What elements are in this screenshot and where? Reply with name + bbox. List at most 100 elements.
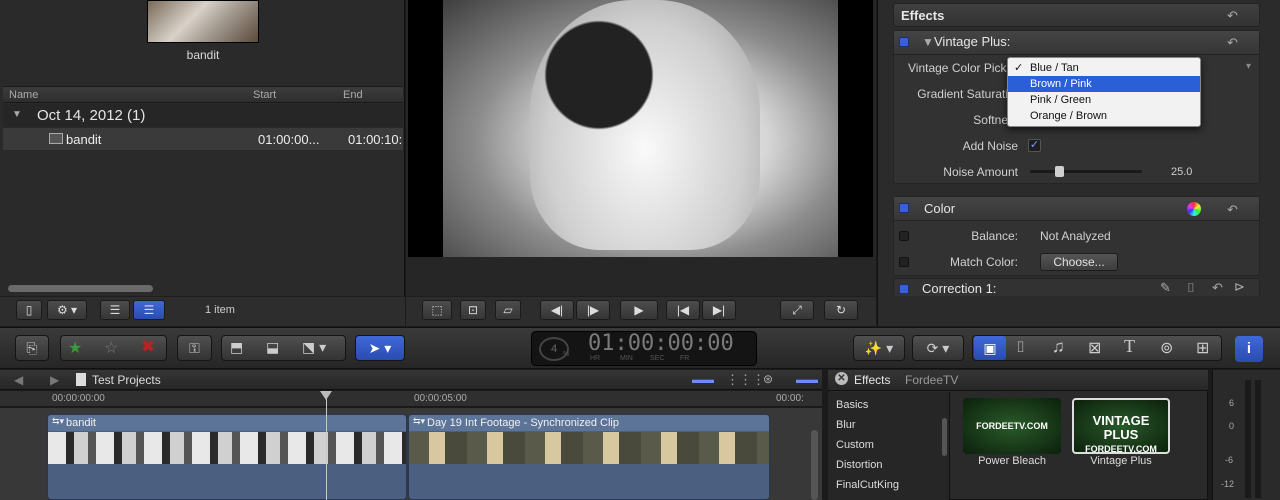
themes-icon[interactable]: ⊞	[1196, 338, 1209, 358]
crop-icon[interactable]: ⊡	[460, 300, 486, 320]
list-view-active-icon[interactable]: ☰	[133, 300, 165, 320]
color-enable-checkbox[interactable]	[899, 203, 909, 213]
keyword-icon[interactable]: ⚿	[177, 335, 212, 361]
reset-color-icon[interactable]: ↶	[1227, 202, 1238, 218]
filmstrip-toggle-icon[interactable]: ▯	[16, 300, 42, 320]
info-inspector-icon[interactable]: i	[1235, 336, 1263, 362]
playhead-handle[interactable]	[320, 391, 332, 400]
loop-icon[interactable]: ↻	[824, 300, 858, 320]
ruler-tick-2: 00:00:	[776, 393, 804, 404]
category-custom[interactable]: Custom	[836, 439, 874, 451]
tc-unit-min: MIN	[620, 355, 633, 362]
reset-vintage-icon[interactable]: ↶	[1227, 35, 1238, 51]
connect-clip-icon[interactable]: ⬒	[230, 339, 243, 356]
color-board-icon[interactable]	[1187, 202, 1201, 216]
clip-menu-icon-2[interactable]: ⇆▾	[413, 416, 425, 427]
timecode-percent: %	[563, 351, 570, 358]
distort-icon[interactable]: ▱	[495, 300, 521, 320]
meter-tick-0: 0	[1229, 421, 1235, 431]
vintage-disclosure-icon[interactable]: ▼	[922, 35, 934, 49]
favorite-star-icon[interactable]: ★	[68, 338, 82, 358]
effects-browser-icon[interactable]: ▣	[974, 336, 1006, 360]
clip-thumbnail[interactable]	[147, 0, 259, 43]
timeline-project-title: Test Projects	[92, 373, 161, 387]
go-to-start-icon[interactable]: |◀	[666, 300, 700, 320]
vintage-enable-checkbox[interactable]	[899, 37, 909, 47]
choose-button[interactable]: Choose...	[1040, 253, 1118, 271]
column-start[interactable]: Start	[253, 89, 276, 101]
disclosure-triangle-icon[interactable]: ▼	[12, 109, 22, 120]
category-distortion[interactable]: Distortion	[836, 459, 882, 471]
noise-amount-value[interactable]: 25.0	[1171, 166, 1192, 178]
camera-icon[interactable]: ⌷	[1187, 280, 1195, 296]
category-scrollbar[interactable]	[942, 418, 947, 456]
reject-x-icon[interactable]: ✖	[141, 337, 155, 357]
thumbnail-label: bandit	[186, 48, 220, 62]
column-name[interactable]: Name	[9, 89, 38, 101]
list-view-icon[interactable]: ☰	[100, 300, 130, 320]
play-icon[interactable]: ▶	[620, 300, 658, 320]
music-icon[interactable]: ♫	[1052, 337, 1065, 357]
select-tool-icon[interactable]: ➤ ▾	[355, 335, 405, 361]
generators-icon[interactable]: ⊚	[1160, 338, 1173, 358]
next-frame-icon[interactable]: |▶	[576, 300, 610, 320]
meter-bar-left	[1245, 380, 1251, 498]
popup-option-orange-brown[interactable]: Orange / Brown	[1008, 108, 1200, 124]
forward-arrow-icon[interactable]: ▶	[50, 373, 59, 387]
effect-thumb-power-bleach[interactable]: FORDEETV.COM	[963, 398, 1061, 454]
popup-option-pink-green[interactable]: Pink / Green	[1008, 92, 1200, 108]
browser-scrollbar[interactable]	[8, 285, 153, 292]
add-noise-checkbox[interactable]: ✓	[1028, 139, 1041, 152]
back-arrow-icon[interactable]: ◀	[14, 373, 23, 387]
effect-thumb-vintage-plus[interactable]: VINTAGE PLUS FORDEETV.COM	[1072, 398, 1170, 454]
vintage-color-popup-menu[interactable]: ✓ Blue / Tan Brown / Pink Pink / Green Or…	[1007, 57, 1201, 127]
snapping-icon[interactable]: ⊛	[763, 372, 773, 386]
close-icon[interactable]: ✕	[835, 372, 848, 385]
insert-clip-icon[interactable]: ⬓	[266, 339, 279, 356]
category-basics[interactable]: Basics	[836, 399, 868, 411]
ruler-tick-1: 00:00:05:00	[414, 393, 467, 404]
filmstrip-bandit	[48, 432, 406, 464]
color-wand-icon[interactable]: ✎	[1160, 280, 1171, 296]
timeline-ruler[interactable]	[0, 391, 822, 407]
noise-amount-slider-knob[interactable]	[1055, 166, 1064, 177]
column-end[interactable]: End	[343, 89, 363, 101]
event-group-row[interactable]: ▼ Oct 14, 2012 (1)	[3, 104, 403, 127]
clip-menu-icon[interactable]: ⇆▾	[52, 416, 64, 427]
transform-icon[interactable]: ⬚	[422, 300, 452, 320]
noise-amount-slider[interactable]	[1030, 170, 1142, 173]
clip-row[interactable]: bandit 01:00:00... 01:00:10:	[3, 128, 403, 150]
clip-appearance-icon[interactable]: ▬▬	[692, 374, 714, 386]
popup-arrow-icon[interactable]: ▾	[1246, 61, 1251, 72]
category-finalcutking[interactable]: FinalCutKing	[836, 479, 899, 491]
retime-icon[interactable]: ⟳ ▾	[912, 335, 964, 361]
previous-frame-icon[interactable]: ◀|	[540, 300, 574, 320]
reset-effects-icon[interactable]: ↶	[1227, 8, 1238, 24]
checkmark-icon: ✓	[1014, 62, 1024, 74]
gear-icon[interactable]: ⚙ ▾	[47, 300, 87, 320]
unrate-star-icon[interactable]: ☆	[104, 338, 118, 358]
reset-correction-icon[interactable]: ↶	[1212, 280, 1223, 296]
enhance-icon[interactable]: ✨ ▾	[853, 335, 905, 361]
clip-title-bandit: bandit	[48, 415, 406, 431]
solo-icon[interactable]: ▬▬	[796, 374, 818, 386]
audio-waveform-icon[interactable]: ⋮⋮⋮	[726, 372, 765, 388]
popup-option-blue-tan[interactable]: ✓ Blue / Tan	[1008, 60, 1200, 76]
transitions-icon[interactable]: ⊠	[1088, 338, 1101, 358]
timeline-clip-day19[interactable]: Day 19 Int Footage - Synchronized Clip	[408, 414, 770, 500]
photos-icon[interactable]: ⌷	[1016, 339, 1025, 356]
fullscreen-icon[interactable]: ⤢	[780, 300, 814, 320]
go-to-end-icon[interactable]: ▶|	[702, 300, 736, 320]
noise-amount-label: Noise Amount	[943, 165, 1018, 179]
color-title: Color	[924, 201, 956, 216]
timeline-clip-bandit[interactable]: bandit	[47, 414, 407, 500]
titles-icon[interactable]: T	[1124, 336, 1135, 357]
import-icon[interactable]: ⎘	[15, 335, 49, 361]
category-blur[interactable]: Blur	[836, 419, 856, 431]
go-arrow-icon[interactable]: ⊳	[1234, 279, 1245, 295]
playhead[interactable]	[326, 391, 327, 500]
append-clip-icon[interactable]: ⬔ ▾	[302, 339, 326, 356]
popup-option-brown-pink[interactable]: Brown / Pink	[1008, 76, 1200, 92]
correction-enable-checkbox[interactable]	[899, 284, 909, 294]
timeline-scrollbar[interactable]	[811, 430, 818, 500]
